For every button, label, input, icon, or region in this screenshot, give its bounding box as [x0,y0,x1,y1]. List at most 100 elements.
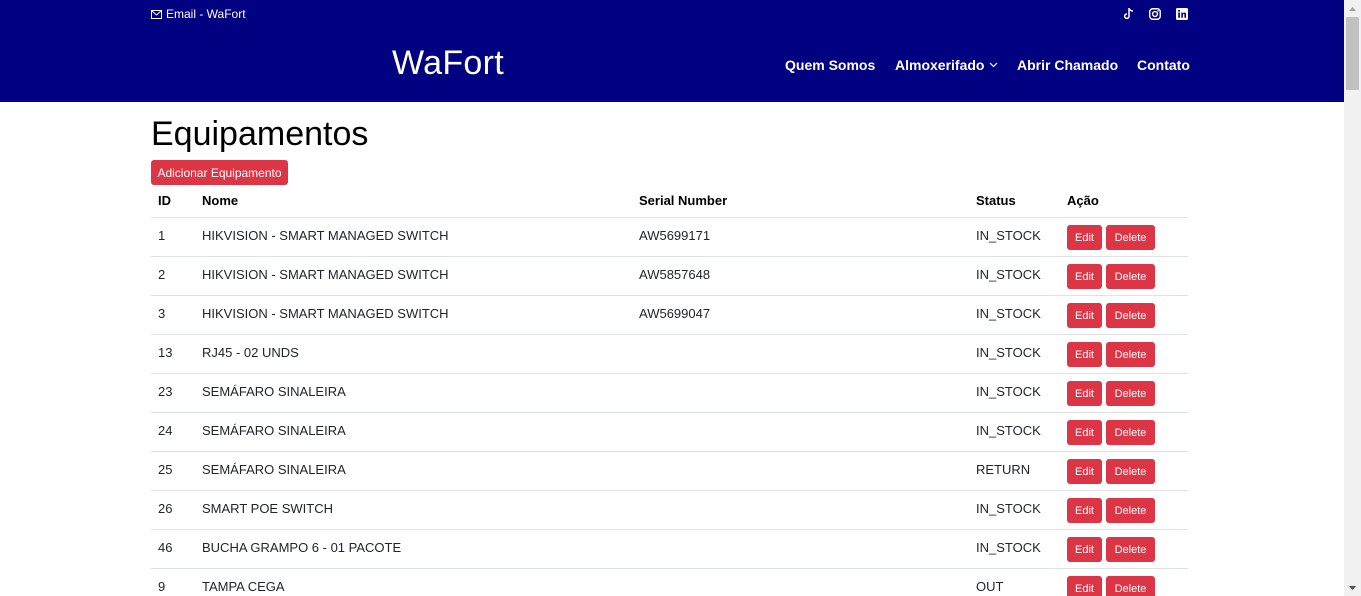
edit-button[interactable]: Edit [1067,342,1102,367]
cell-nome: HIKVISION - SMART MANAGED SWITCH [202,228,449,243]
row-actions: Edit Delete [1067,498,1155,523]
col-header-serial: Serial Number [639,193,728,208]
scroll-up-arrow-icon[interactable] [1344,0,1361,17]
edit-button[interactable]: Edit [1067,420,1102,445]
row-actions: Edit Delete [1067,303,1155,328]
cell-status: IN_STOCK [976,384,1041,399]
edit-button[interactable]: Edit [1067,498,1102,523]
cell-nome: SEMÁFARO SINALEIRA [202,423,346,438]
instagram-icon[interactable] [1148,7,1162,21]
cell-status: RETURN [976,462,1031,477]
cell-id: 46 [158,540,173,555]
row-actions: Edit Delete [1067,342,1155,367]
table-row: 25 SEMÁFARO SINALEIRA RETURN Edit Delete [151,452,1188,491]
cell-id: 1 [158,228,166,243]
edit-button[interactable]: Edit [1067,264,1102,289]
cell-id: 13 [158,345,173,360]
nav-contato-label: Contato [1137,57,1190,73]
cell-nome: HIKVISION - SMART MANAGED SWITCH [202,267,449,282]
cell-id: 24 [158,423,173,438]
tiktok-icon[interactable] [1121,7,1135,21]
delete-button[interactable]: Delete [1106,225,1155,250]
nav-quem-somos[interactable]: Quem Somos [785,55,875,75]
table-header: ID Nome Serial Number Status Ação [151,183,1188,218]
cell-status: IN_STOCK [976,267,1041,282]
cell-id: 2 [158,267,166,282]
delete-button[interactable]: Delete [1106,303,1155,328]
cell-id: 26 [158,501,173,516]
delete-button[interactable]: Delete [1106,537,1155,562]
table-row: 23 SEMÁFARO SINALEIRA IN_STOCK Edit Delete [151,374,1188,413]
delete-button[interactable]: Delete [1106,576,1155,596]
nav-almoxerifado-label: Almoxerifado [895,57,985,73]
cell-serial: AW5699047 [639,306,711,321]
row-actions: Edit Delete [1067,225,1155,250]
cell-id: 3 [158,306,166,321]
table-row: 46 BUCHA GRAMPO 6 - 01 PACOTE IN_STOCK Edit… [151,530,1188,569]
site-header: Email - WaFort WaFort Quem Somos Almoxer… [0,0,1344,102]
edit-button[interactable]: Edit [1067,303,1102,328]
cell-status: IN_STOCK [976,228,1041,243]
cell-nome: SEMÁFARO SINALEIRA [202,462,346,477]
col-header-nome: Nome [202,193,239,208]
edit-button[interactable]: Edit [1067,459,1102,484]
table-row: 3 HIKVISION - SMART MANAGED SWITCH AW56990… [151,296,1188,335]
add-equipment-button[interactable]: Adicionar Equipamento [151,160,288,185]
brand-logo[interactable]: WaFort [392,41,504,85]
cell-serial: AW5699171 [639,228,711,243]
cell-status: IN_STOCK [976,540,1041,555]
cell-id: 25 [158,462,173,477]
row-actions: Edit Delete [1067,381,1155,406]
nav-almoxerifado[interactable]: Almoxerifado [895,55,998,75]
table-row: 9 TAMPA CEGA OUT Edit Delete [151,569,1188,596]
scroll-down-arrow-icon[interactable] [1344,579,1361,596]
cell-nome: BUCHA GRAMPO 6 - 01 PACOTE [202,540,402,555]
edit-button[interactable]: Edit [1067,576,1102,596]
table-body: 1 HIKVISION - SMART MANAGED SWITCH AW56991… [151,218,1188,596]
table-row: 2 HIKVISION - SMART MANAGED SWITCH AW58576… [151,257,1188,296]
cell-status: IN_STOCK [976,306,1041,321]
delete-button[interactable]: Delete [1106,459,1155,484]
table-row: 1 HIKVISION - SMART MANAGED SWITCH AW56991… [151,218,1188,257]
cell-serial: AW5857648 [639,267,711,282]
cell-status: IN_STOCK [976,501,1041,516]
edit-button[interactable]: Edit [1067,381,1102,406]
delete-button[interactable]: Delete [1106,381,1155,406]
cell-status: IN_STOCK [976,423,1041,438]
edit-button[interactable]: Edit [1067,225,1102,250]
cell-id: 9 [158,579,166,594]
cell-status: OUT [976,579,1004,594]
topbar-email[interactable]: Email - WaFort [151,7,246,21]
delete-button[interactable]: Delete [1106,498,1155,523]
chevron-down-icon [989,62,998,68]
nav-quem-somos-label: Quem Somos [785,57,876,73]
col-header-acao: Ação [1067,193,1099,208]
cell-nome: SEMÁFARO SINALEIRA [202,384,346,399]
nav-abrir-chamado-label: Abrir Chamado [1017,57,1119,73]
row-actions: Edit Delete [1067,537,1155,562]
row-actions: Edit Delete [1067,264,1155,289]
edit-button[interactable]: Edit [1067,537,1102,562]
table-row: 24 SEMÁFARO SINALEIRA IN_STOCK Edit Delete [151,413,1188,452]
row-actions: Edit Delete [1067,420,1155,445]
row-actions: Edit Delete [1067,576,1155,596]
linkedin-icon[interactable] [1175,7,1189,21]
delete-button[interactable]: Delete [1106,264,1155,289]
cell-nome: TAMPA CEGA [202,579,285,594]
col-header-id: ID [158,193,171,208]
col-header-status: Status [976,193,1016,208]
scrollbar-thumb[interactable] [1346,17,1359,90]
table-row: 26 SMART POE SWITCH IN_STOCK Edit Delete [151,491,1188,530]
page-title: Equipamentos [151,115,369,153]
table-row: 13 RJ45 - 02 UNDS IN_STOCK Edit Delete [151,335,1188,374]
email-label: Email - WaFort [166,7,246,21]
cell-id: 23 [158,384,173,399]
delete-button[interactable]: Delete [1106,420,1155,445]
envelope-icon [151,9,162,19]
cell-status: IN_STOCK [976,345,1041,360]
delete-button[interactable]: Delete [1106,342,1155,367]
cell-nome: RJ45 - 02 UNDS [202,345,299,360]
nav-contato[interactable]: Contato [1137,55,1190,75]
row-actions: Edit Delete [1067,459,1155,484]
nav-abrir-chamado[interactable]: Abrir Chamado [1017,55,1118,75]
